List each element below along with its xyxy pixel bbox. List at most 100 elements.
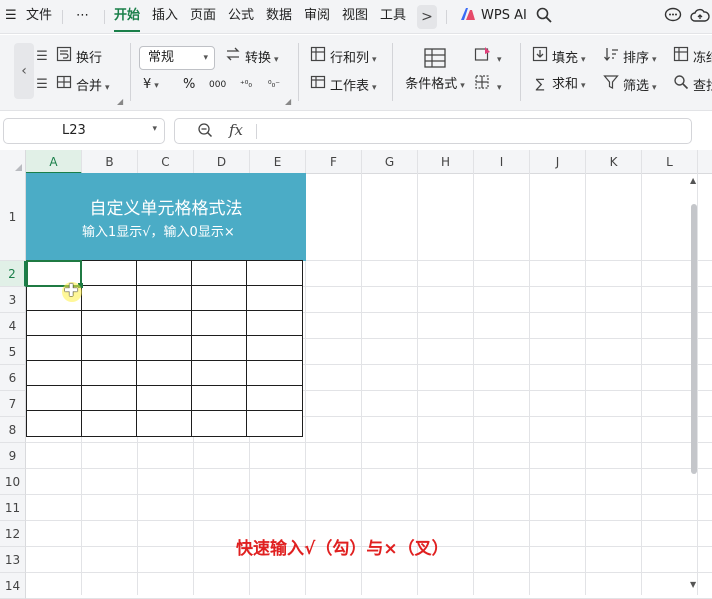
scroll-down-icon[interactable]: ▼	[690, 580, 696, 589]
search-icon[interactable]	[536, 7, 552, 27]
freeze-panes-button[interactable]: 冻结	[673, 46, 712, 68]
table-cell-b2[interactable]	[81, 260, 138, 287]
fill-button[interactable]: 填充 ▾	[532, 46, 586, 68]
vertical-scrollbar[interactable]: ▲ ▼	[688, 174, 699, 595]
table-cell-c4[interactable]	[136, 310, 193, 337]
table-cell-b4[interactable]	[81, 310, 138, 337]
decrease-decimal-button[interactable]: ⁰₀⁻	[268, 74, 280, 96]
tab-home[interactable]: 开始	[114, 7, 140, 25]
function-icon[interactable]: fx	[229, 121, 243, 139]
row-header-6[interactable]: 6	[0, 365, 26, 391]
find-button[interactable]: 查找	[673, 74, 712, 96]
table-cell-b5[interactable]	[81, 335, 138, 362]
table-cell-d2[interactable]	[191, 260, 248, 287]
table-cell-c3[interactable]	[136, 285, 193, 312]
more-menu-button[interactable]: ⋯	[76, 7, 89, 25]
cell-style-button[interactable]: ▾	[474, 46, 502, 68]
column-header-j[interactable]: J	[530, 150, 586, 174]
ribbon-scroll-left-button[interactable]: ‹	[14, 43, 34, 99]
row-header-2[interactable]: 2	[0, 261, 26, 287]
table-cell-c5[interactable]	[136, 335, 193, 362]
table-cell-a8[interactable]	[26, 410, 83, 437]
column-header-d[interactable]: D	[194, 150, 250, 174]
table-cell-c8[interactable]	[136, 410, 193, 437]
scrollbar-thumb[interactable]	[691, 204, 697, 474]
row-header-3[interactable]: 3	[0, 287, 26, 313]
row-header-9[interactable]: 9	[0, 443, 26, 469]
column-header-k[interactable]: K	[586, 150, 642, 174]
column-header-l[interactable]: L	[642, 150, 698, 174]
table-cell-d6[interactable]	[191, 360, 248, 387]
table-cell-b7[interactable]	[81, 385, 138, 412]
wps-ai-button[interactable]: WPS AI	[481, 7, 527, 25]
column-header-g[interactable]: G	[362, 150, 418, 174]
table-cell-e7[interactable]	[246, 385, 303, 412]
table-cell-d3[interactable]	[191, 285, 248, 312]
table-cell-e3[interactable]	[246, 285, 303, 312]
table-cell-c2[interactable]	[136, 260, 193, 287]
table-cell-a6[interactable]	[26, 360, 83, 387]
row-header-10[interactable]: 10	[0, 469, 26, 495]
cloud-upload-icon[interactable]	[690, 7, 710, 29]
table-cell-e8[interactable]	[246, 410, 303, 437]
column-header-f[interactable]: F	[306, 150, 362, 174]
number-format-select[interactable]: 常规 ▾	[139, 46, 215, 70]
convert-button[interactable]: 转换 ▾	[225, 46, 279, 68]
column-header-h[interactable]: H	[418, 150, 474, 174]
tab-data[interactable]: 数据	[266, 7, 292, 25]
scroll-up-icon[interactable]: ▲	[690, 176, 696, 185]
row-header-5[interactable]: 5	[0, 339, 26, 365]
tab-tools[interactable]: 工具	[380, 7, 406, 25]
table-cell-e2[interactable]	[246, 260, 303, 287]
percent-format-button[interactable]: %	[183, 74, 195, 96]
chevron-down-icon[interactable]: ▾	[152, 124, 157, 134]
table-cell-a4[interactable]	[26, 310, 83, 337]
sum-button[interactable]: ∑ 求和 ▾	[532, 74, 586, 96]
row-header-4[interactable]: 4	[0, 313, 26, 339]
menu-icon[interactable]: ☰	[5, 7, 17, 25]
row-header-1[interactable]: 1	[0, 174, 26, 261]
align-icon[interactable]: ☰	[34, 46, 54, 68]
table-cell-e4[interactable]	[246, 310, 303, 337]
align-right-icon[interactable]: ☰	[34, 74, 54, 96]
row-header-11[interactable]: 11	[0, 495, 26, 521]
dialog-launcher-icon[interactable]: ◢	[285, 97, 291, 106]
select-all-corner[interactable]	[0, 150, 26, 174]
table-cell-b8[interactable]	[81, 410, 138, 437]
column-header-c[interactable]: C	[138, 150, 194, 174]
tab-view[interactable]: 视图	[342, 7, 368, 25]
conditional-format-button[interactable]: 条件格式 ▾	[402, 47, 468, 92]
row-header-12[interactable]: 12	[0, 521, 26, 547]
wrap-text-button[interactable]: 换行	[56, 46, 102, 68]
zoom-icon[interactable]	[197, 122, 213, 142]
borders-button[interactable]: ▾	[474, 74, 502, 96]
tab-page[interactable]: 页面	[190, 7, 216, 25]
menu-file[interactable]: 文件	[26, 7, 52, 25]
rows-columns-button[interactable]: 行和列 ▾	[310, 46, 377, 68]
table-cell-d4[interactable]	[191, 310, 248, 337]
table-cell-c6[interactable]	[136, 360, 193, 387]
tab-formula[interactable]: 公式	[228, 7, 254, 25]
more-tabs-button[interactable]: >	[417, 5, 437, 29]
row-header-7[interactable]: 7	[0, 391, 26, 417]
table-cell-d8[interactable]	[191, 410, 248, 437]
table-cell-d5[interactable]	[191, 335, 248, 362]
tab-insert[interactable]: 插入	[152, 7, 178, 25]
filter-button[interactable]: 筛选 ▾	[603, 74, 657, 96]
name-box[interactable]: L23 ▾	[3, 118, 165, 144]
table-cell-e6[interactable]	[246, 360, 303, 387]
title-merged-cell[interactable]: 自定义单元格格式法 输入1显示√，输入0显示×	[26, 173, 306, 261]
row-header-13[interactable]: 13	[0, 547, 26, 573]
dialog-launcher-icon[interactable]: ◢	[117, 97, 123, 106]
table-cell-a7[interactable]	[26, 385, 83, 412]
column-header-a[interactable]: A	[26, 150, 82, 174]
table-cell-a5[interactable]	[26, 335, 83, 362]
table-cell-b6[interactable]	[81, 360, 138, 387]
table-cell-e5[interactable]	[246, 335, 303, 362]
tab-review[interactable]: 审阅	[304, 7, 330, 25]
increase-decimal-button[interactable]: ⁺⁰₀	[240, 74, 252, 96]
table-cell-c7[interactable]	[136, 385, 193, 412]
thousands-separator-button[interactable]: 000	[209, 74, 226, 96]
sort-button[interactable]: 排序 ▾	[603, 46, 657, 68]
column-header-i[interactable]: I	[474, 150, 530, 174]
